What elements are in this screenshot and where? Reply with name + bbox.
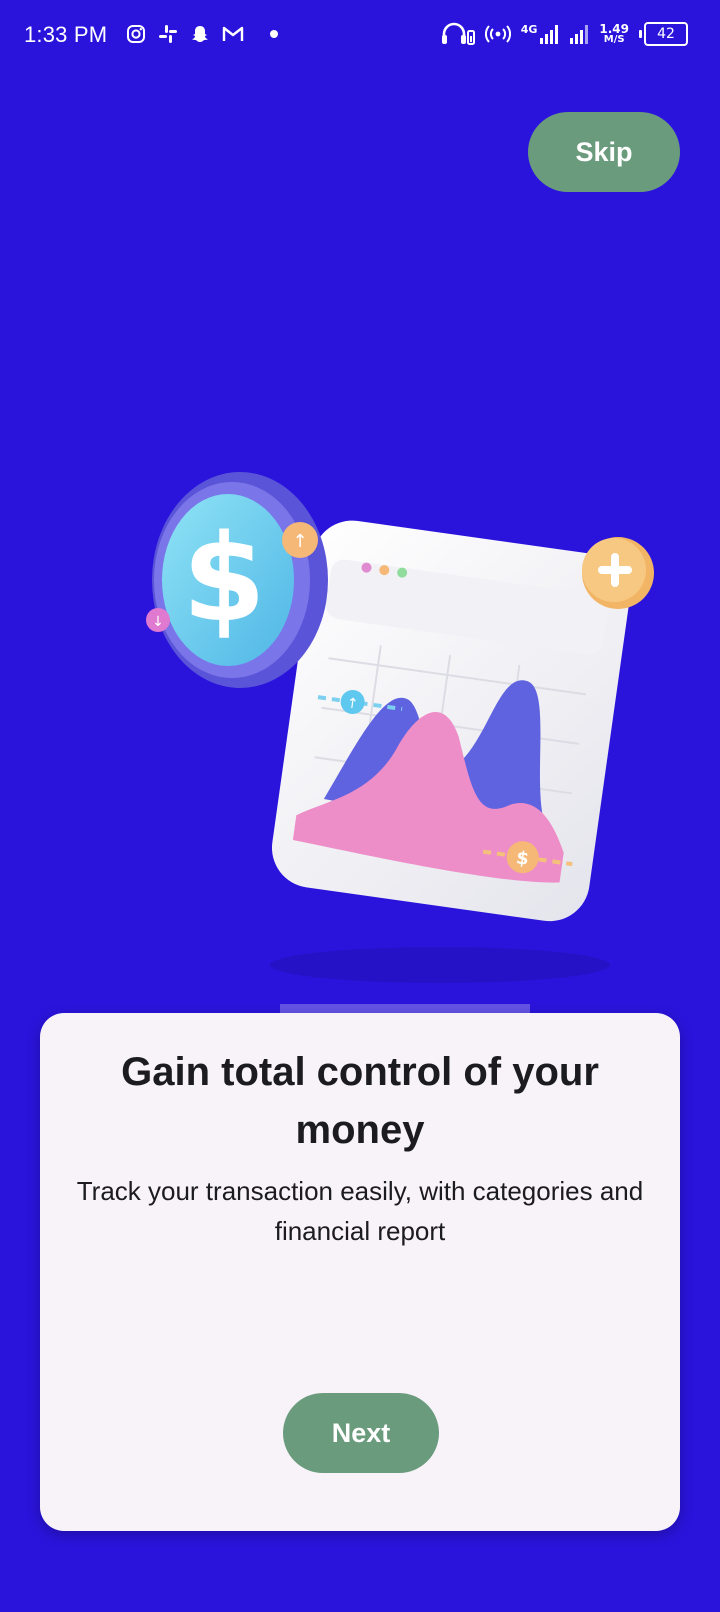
svg-text:↓: ↓ [152, 614, 164, 630]
notification-icons [126, 24, 278, 44]
coin-symbol: $ [182, 510, 266, 649]
network-speed: 1.49 M/S [599, 23, 629, 45]
dot-icon [270, 30, 278, 38]
sheet-handle [280, 1004, 530, 1013]
onboarding-title: Gain total control of your money [121, 1050, 599, 1152]
hotspot-icon [484, 24, 511, 44]
svg-text:↑: ↑ [345, 695, 359, 712]
plus-badge-icon [582, 537, 654, 609]
slack-icon [158, 24, 178, 44]
network-label: 4G [520, 23, 538, 36]
system-icons: 4G 1.49 M/S 42 [441, 22, 688, 46]
battery-level: 42 [644, 22, 688, 46]
status-time: 1:33 PM [24, 22, 108, 47]
headphones-icon [441, 22, 475, 46]
snapchat-icon [190, 24, 210, 44]
svg-text:↑: ↑ [292, 531, 307, 552]
instagram-icon [126, 24, 146, 44]
next-button[interactable]: Next [283, 1393, 439, 1473]
speed-unit: M/S [603, 34, 625, 45]
battery-icon: 42 [639, 22, 688, 46]
finance-illustration: ↑ $ $ ↑ ↓ [140, 470, 700, 990]
onboarding-subtitle: Track your transaction easily, with cate… [76, 1176, 644, 1246]
status-bar: 1:33 PM 4G 1.49 M/S 42 [0, 0, 720, 72]
onboarding-card: Gain total control of your money Track y… [40, 1013, 680, 1531]
skip-button[interactable]: Skip [528, 112, 680, 192]
signal-4g-icon: 4G [521, 24, 560, 44]
gmail-icon [222, 25, 244, 43]
signal-icon [569, 24, 589, 44]
dollar-coin-icon: $ ↑ ↓ [146, 472, 328, 688]
